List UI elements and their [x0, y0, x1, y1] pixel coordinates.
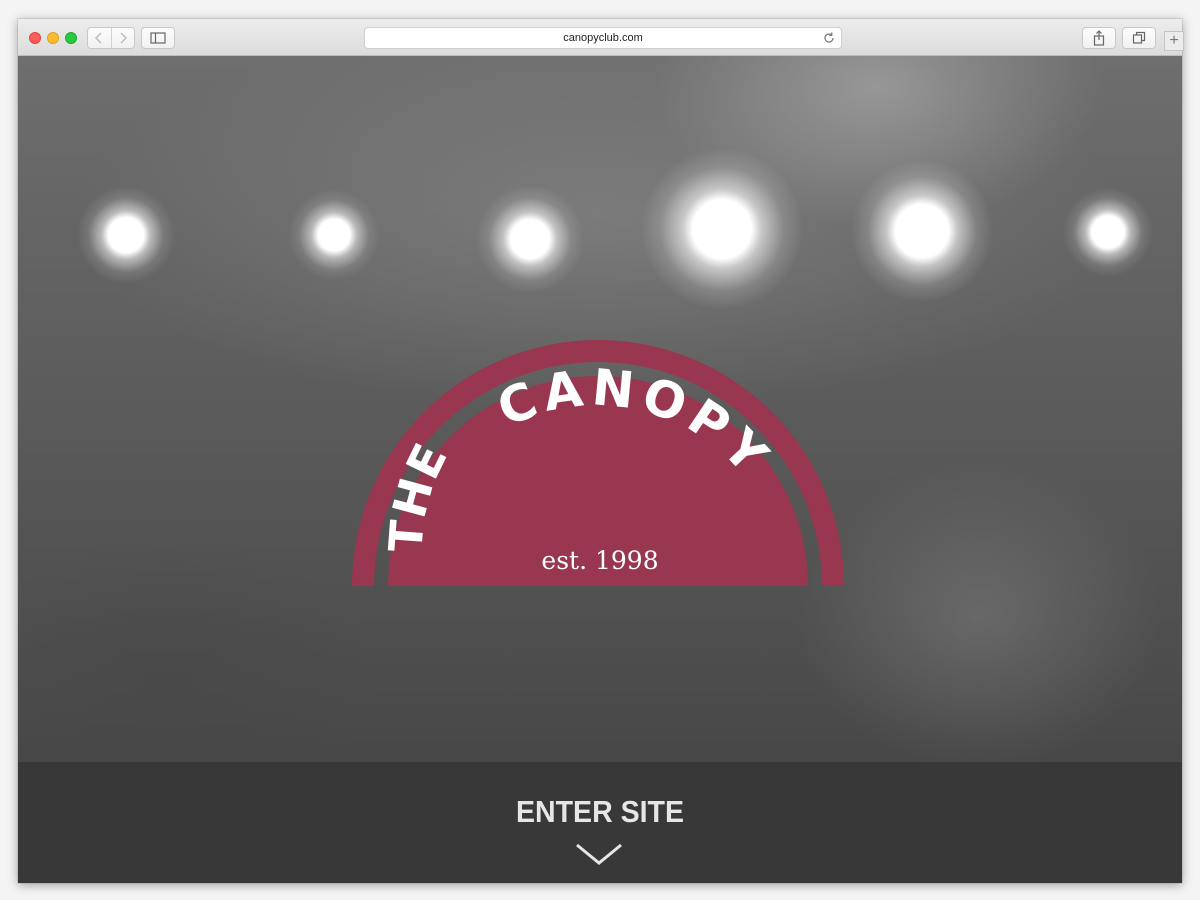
chevron-down-icon[interactable]: [575, 842, 623, 866]
address-bar[interactable]: canopyclub.com: [364, 27, 842, 49]
browser-toolbar: canopyclub.com: [18, 19, 1182, 56]
history-nav: [87, 27, 135, 49]
hero-section: THE CANOPY est. 1998: [18, 56, 1182, 762]
share-button[interactable]: [1082, 27, 1116, 49]
reload-icon[interactable]: [822, 31, 836, 45]
plus-icon: +: [1169, 32, 1179, 49]
sidebar-icon: [150, 32, 166, 44]
new-tab-button[interactable]: +: [1164, 31, 1184, 51]
minimize-window-button[interactable]: [47, 32, 59, 44]
forward-button[interactable]: [110, 28, 135, 48]
close-window-button[interactable]: [29, 32, 41, 44]
enter-site-label[interactable]: ENTER SITE: [65, 794, 1136, 830]
sidebar-button[interactable]: [141, 27, 175, 49]
back-button[interactable]: [88, 28, 111, 48]
page-viewport: THE CANOPY est. 1998 ENTER SITE: [18, 56, 1182, 883]
canopy-logo: THE CANOPY est. 1998: [352, 340, 844, 586]
enter-site-bar[interactable]: ENTER SITE: [18, 762, 1182, 883]
chevron-left-icon: [95, 32, 102, 44]
logo-established: est. 1998: [541, 546, 658, 575]
url-text: canopyclub.com: [563, 32, 643, 44]
share-icon: [1093, 30, 1105, 46]
chevron-right-icon: [120, 32, 127, 44]
browser-window: canopyclub.com THE CANOPY est. 1998 ENTE…: [18, 19, 1182, 883]
show-tabs-button[interactable]: [1122, 27, 1156, 49]
zoom-window-button[interactable]: [65, 32, 77, 44]
tabs-icon: [1132, 31, 1146, 44]
